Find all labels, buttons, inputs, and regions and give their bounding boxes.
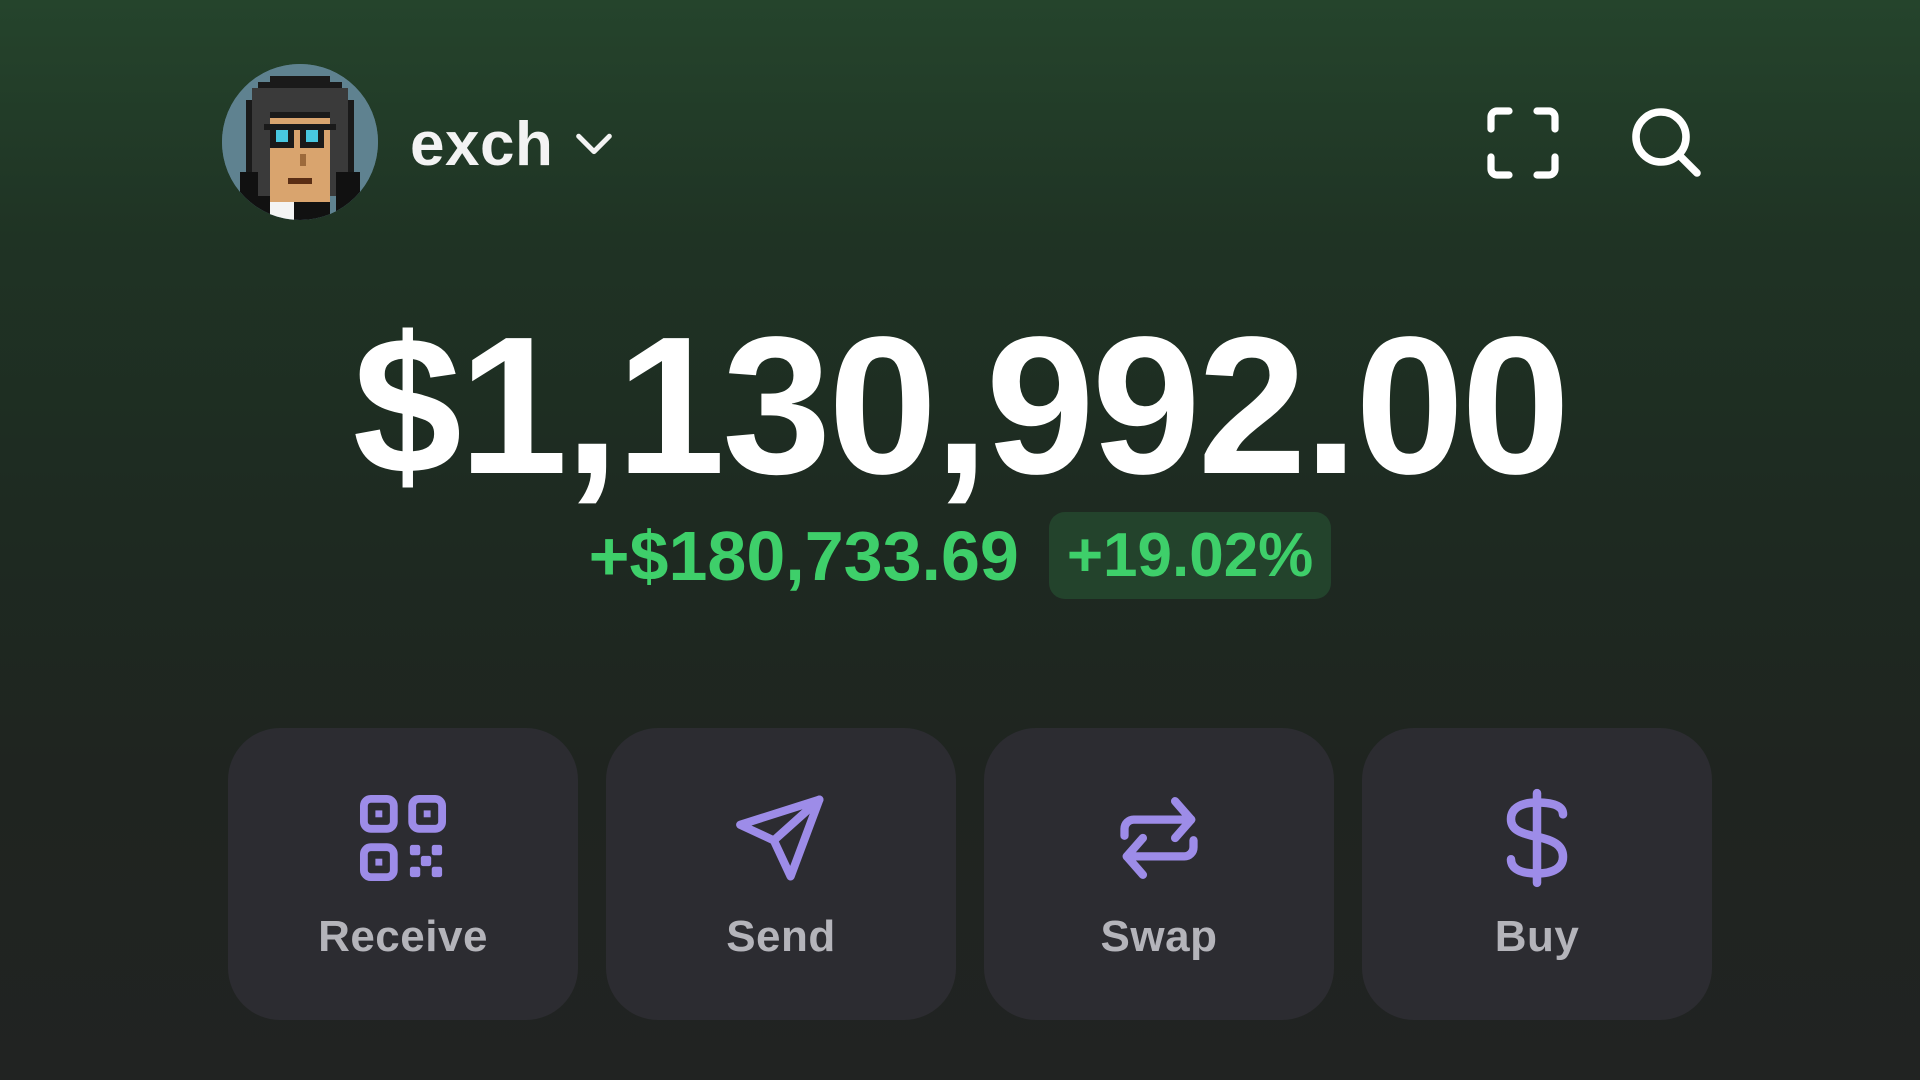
action-bar: Receive Send Swap Buy <box>228 728 1712 1020</box>
swap-icon <box>1109 788 1209 888</box>
avatar[interactable] <box>222 64 378 220</box>
buy-label: Buy <box>1494 912 1580 961</box>
scan-button[interactable] <box>1480 100 1566 186</box>
account-switcher[interactable]: exch <box>410 104 617 184</box>
chevron-down-icon <box>571 119 617 170</box>
header-actions <box>1480 100 1710 186</box>
wallet-header: exch <box>222 64 1710 222</box>
buy-button[interactable]: Buy <box>1362 728 1712 1020</box>
receive-button[interactable]: Receive <box>228 728 578 1020</box>
balance-section: $1,130,992.00 <box>0 300 1920 512</box>
receive-label: Receive <box>318 912 488 961</box>
dollar-icon <box>1487 788 1587 888</box>
swap-button[interactable]: Swap <box>984 728 1334 1020</box>
send-label: Send <box>726 912 836 961</box>
send-button[interactable]: Send <box>606 728 956 1020</box>
portfolio-balance: $1,130,992.00 <box>352 296 1570 515</box>
search-button[interactable] <box>1624 100 1710 186</box>
send-icon <box>731 788 831 888</box>
qr-code-icon <box>353 788 453 888</box>
pixel-avatar-icon <box>222 64 378 220</box>
account-name: exch <box>410 109 554 179</box>
change-amount: +$180,733.69 <box>588 516 1019 595</box>
scan-icon <box>1487 107 1559 179</box>
balance-change: +$180,733.69 +19.02% <box>0 512 1920 599</box>
swap-label: Swap <box>1100 912 1218 961</box>
search-icon <box>1632 108 1701 177</box>
change-percent-badge: +19.02% <box>1048 512 1332 599</box>
